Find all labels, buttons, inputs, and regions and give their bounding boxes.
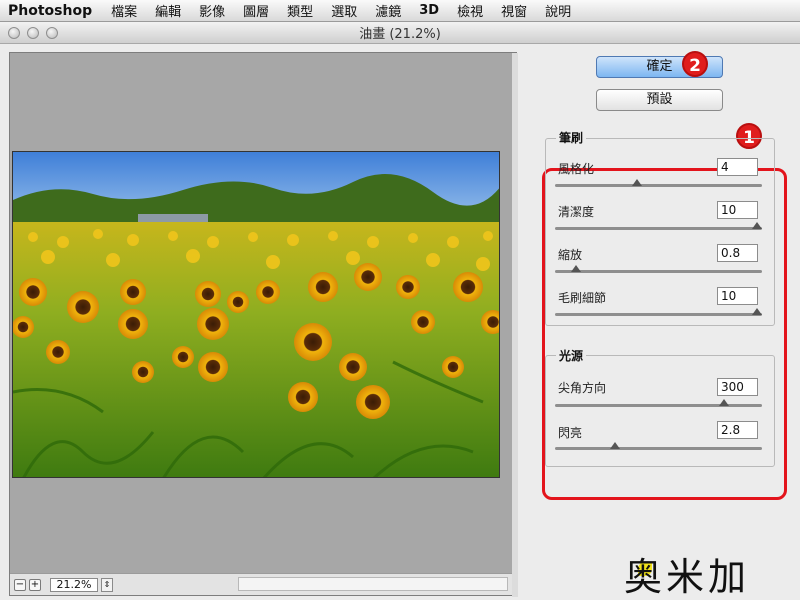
watermark-text: 奥米加	[624, 555, 751, 599]
scale-slider-thumb[interactable]	[570, 265, 581, 272]
menu-help[interactable]: 說明	[536, 1, 580, 20]
shine-slider-thumb[interactable]	[610, 442, 621, 449]
menu-3d[interactable]: 3D	[410, 3, 448, 18]
preview-image[interactable]	[12, 151, 500, 478]
zoom-level-field[interactable]: 21.2%	[50, 577, 98, 592]
preview-pane[interactable]: − + 21.2% ⇕	[9, 52, 518, 597]
lighting-group	[545, 355, 775, 467]
zoom-stepper-icon[interactable]: ⇕	[101, 577, 113, 592]
preview-horizontal-scrollbar[interactable]	[238, 577, 508, 591]
bristle-detail-slider-thumb[interactable]	[752, 308, 762, 315]
menu-select[interactable]: 選取	[322, 1, 366, 20]
lighting-group-title: 光源	[556, 347, 587, 364]
scale-slider[interactable]	[555, 270, 762, 273]
preview-vertical-scrollbar[interactable]	[512, 53, 518, 597]
zoom-bar: − + 21.2% ⇕	[10, 573, 512, 595]
zoom-window-button[interactable]	[46, 27, 58, 39]
cleanliness-slider-thumb[interactable]	[752, 222, 762, 229]
menu-view[interactable]: 檢視	[448, 1, 492, 20]
menu-file[interactable]: 檔案	[102, 1, 146, 20]
stylization-field[interactable]: 4	[717, 158, 758, 176]
menu-layer[interactable]: 圖層	[234, 1, 278, 20]
step-2-badge: 2	[682, 51, 708, 77]
shine-slider[interactable]	[555, 447, 762, 450]
angular-direction-slider[interactable]	[555, 404, 762, 407]
cleanliness-label: 清潔度	[558, 205, 595, 219]
angular-direction-label: 尖角方向	[558, 381, 607, 395]
dialog-titlebar: 油畫 (21.2%)	[0, 22, 800, 44]
shine-field[interactable]: 2.8	[717, 421, 758, 439]
zoom-in-button[interactable]: +	[29, 578, 41, 591]
minimize-window-button[interactable]	[27, 27, 39, 39]
menu-image[interactable]: 影像	[190, 1, 234, 20]
bristle-detail-label: 毛刷細節	[558, 291, 607, 305]
window-controls	[8, 27, 58, 39]
menu-filter[interactable]: 濾鏡	[366, 1, 410, 20]
menubar: Photoshop 檔案 編輯 影像 圖層 類型 選取 濾鏡 3D 檢視 視窗 …	[0, 0, 800, 22]
angular-direction-field[interactable]: 300	[717, 378, 758, 396]
stylization-slider[interactable]	[555, 184, 762, 187]
stylization-slider-thumb[interactable]	[631, 179, 642, 186]
cleanliness-field[interactable]: 10	[717, 201, 758, 219]
dialog-title: 油畫 (21.2%)	[359, 27, 441, 42]
bristle-detail-slider[interactable]	[555, 313, 762, 316]
angular-direction-slider-thumb[interactable]	[718, 399, 729, 406]
brush-group-title: 筆刷	[556, 129, 587, 146]
oil-paint-dialog: 油畫 (21.2%) − + 21.2% ⇕ 確定 2 預設 1 筆刷 風格化 …	[0, 22, 800, 600]
app-name-menu[interactable]: Photoshop	[0, 3, 102, 19]
bristle-detail-field[interactable]: 10	[717, 287, 758, 305]
sunflower-field-image	[13, 152, 499, 477]
stylization-label: 風格化	[558, 162, 595, 176]
shine-label: 閃亮	[558, 426, 583, 440]
cleanliness-slider[interactable]	[555, 227, 762, 230]
scale-field[interactable]: 0.8	[717, 244, 758, 262]
menu-type[interactable]: 類型	[278, 1, 322, 20]
zoom-out-button[interactable]: −	[14, 578, 26, 591]
scale-label: 縮放	[558, 248, 583, 262]
menu-window[interactable]: 視窗	[492, 1, 536, 20]
menu-edit[interactable]: 編輯	[146, 1, 190, 20]
close-window-button[interactable]	[8, 27, 20, 39]
preset-button[interactable]: 預設	[596, 89, 723, 111]
